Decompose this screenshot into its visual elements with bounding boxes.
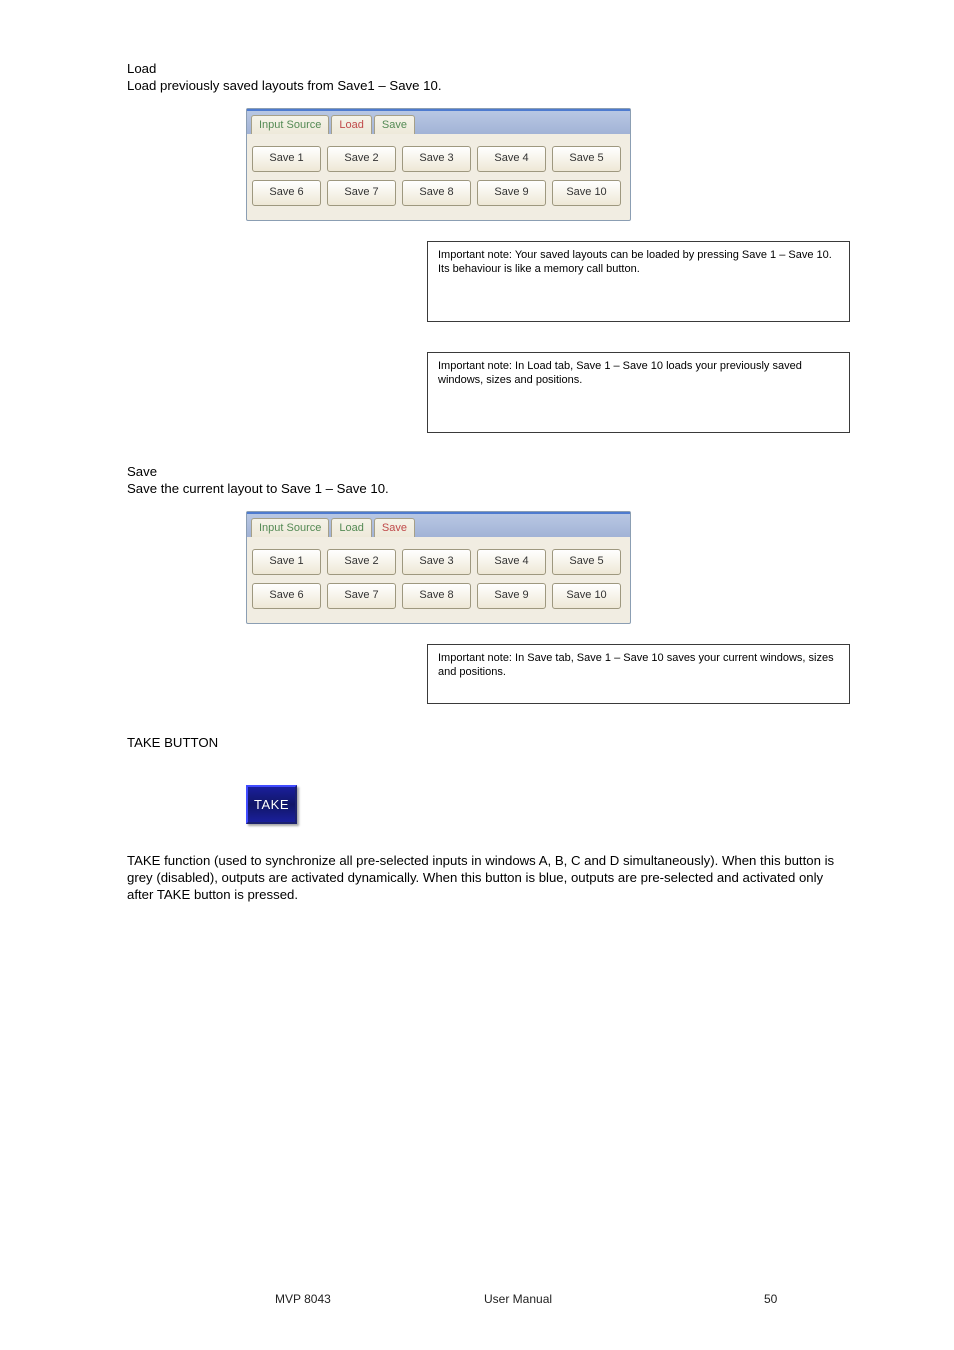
load-slot-8[interactable]: Save 8	[402, 180, 471, 206]
tab-save[interactable]: Save	[374, 115, 415, 134]
save-slot-8[interactable]: Save 8	[402, 583, 471, 609]
load-slot-9[interactable]: Save 9	[477, 180, 546, 206]
take-button[interactable]: TAKE	[246, 785, 297, 824]
save-slot-1[interactable]: Save 1	[252, 549, 321, 575]
tab-save-b[interactable]: Save	[374, 518, 415, 537]
load-desc: Load previously saved layouts from Save1…	[127, 78, 442, 93]
load-slot-1[interactable]: Save 1	[252, 146, 321, 172]
tabstrip-load: Input Source Load Save	[247, 109, 630, 134]
load-slot-10[interactable]: Save 10	[552, 180, 621, 206]
load-slot-4[interactable]: Save 4	[477, 146, 546, 172]
tab-load-b[interactable]: Load	[331, 518, 371, 537]
note-box-3: Important note: In Save tab, Save 1 – Sa…	[427, 644, 850, 704]
note-box-1: Important note: Your saved layouts can b…	[427, 241, 850, 322]
save-heading: Save	[127, 464, 157, 479]
save-slot-9[interactable]: Save 9	[477, 583, 546, 609]
save-panel: Input Source Load Save Save 1 Save 2 Sav…	[246, 511, 631, 624]
take-heading: TAKE BUTTON	[127, 734, 844, 751]
save-desc: Save the current layout to Save 1 – Save…	[127, 481, 389, 496]
load-slot-5[interactable]: Save 5	[552, 146, 621, 172]
load-panel: Input Source Load Save Save 1 Save 2 Sav…	[246, 108, 631, 221]
take-desc: TAKE function (used to synchronize all p…	[127, 852, 844, 903]
load-slot-6[interactable]: Save 6	[252, 180, 321, 206]
load-heading: Load	[127, 61, 156, 76]
save-slot-3[interactable]: Save 3	[402, 549, 471, 575]
note-box-2: Important note: In Load tab, Save 1 – Sa…	[427, 352, 850, 433]
load-slot-7[interactable]: Save 7	[327, 180, 396, 206]
footer-center: User Manual	[484, 1292, 764, 1306]
footer-left: MVP 8043	[275, 1292, 484, 1306]
load-slot-3[interactable]: Save 3	[402, 146, 471, 172]
save-slot-7[interactable]: Save 7	[327, 583, 396, 609]
tabstrip-save: Input Source Load Save	[247, 512, 630, 537]
tab-input-source[interactable]: Input Source	[251, 115, 329, 134]
page-footer: MVP 8043 User Manual 50	[0, 1292, 954, 1306]
save-slot-4[interactable]: Save 4	[477, 549, 546, 575]
save-slot-5[interactable]: Save 5	[552, 549, 621, 575]
footer-page: 50	[764, 1292, 777, 1306]
save-slot-2[interactable]: Save 2	[327, 549, 396, 575]
save-slot-6[interactable]: Save 6	[252, 583, 321, 609]
tab-input-source-b[interactable]: Input Source	[251, 518, 329, 537]
load-slot-2[interactable]: Save 2	[327, 146, 396, 172]
tab-load[interactable]: Load	[331, 115, 371, 134]
save-slot-10[interactable]: Save 10	[552, 583, 621, 609]
